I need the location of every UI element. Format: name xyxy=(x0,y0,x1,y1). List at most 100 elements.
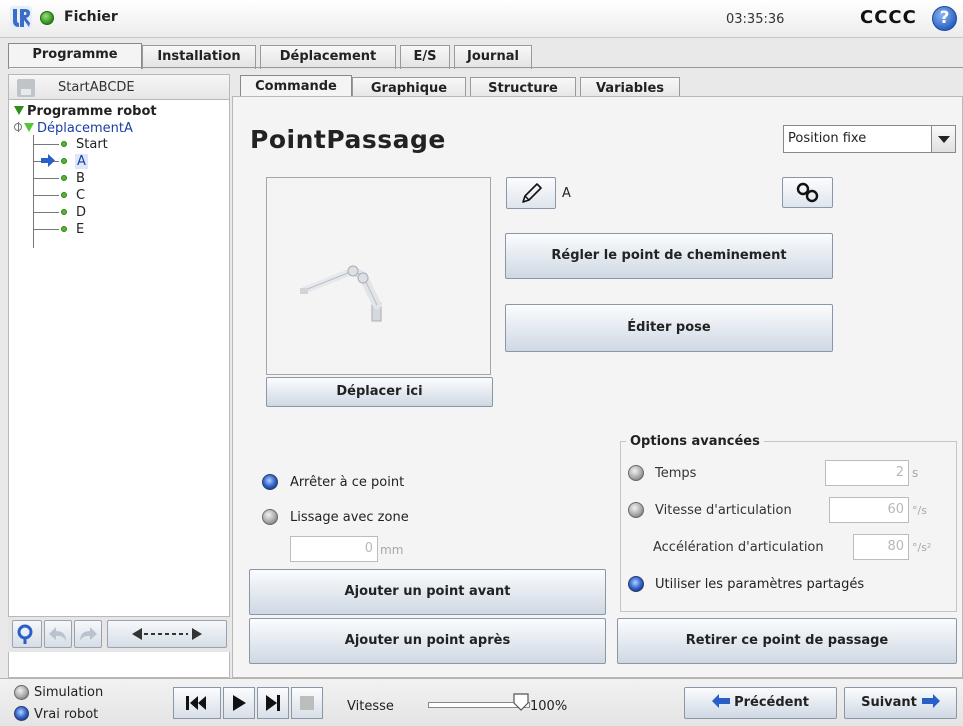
tree-item-waypoint-selected[interactable]: A xyxy=(75,154,88,169)
tree-item-waypoint[interactable]: D xyxy=(76,205,86,220)
tree-connector xyxy=(33,212,59,213)
move-here-button[interactable]: Déplacer ici xyxy=(266,377,493,407)
real-robot-label: Vrai robot xyxy=(34,707,99,722)
waypoint-type-select[interactable]: Position fixe xyxy=(783,125,956,153)
redo-button[interactable] xyxy=(74,620,102,648)
blend-unit: mm xyxy=(380,543,404,557)
waypoint-dot-icon xyxy=(61,141,67,147)
waypoint-dot-icon xyxy=(61,192,67,198)
tree-root[interactable]: Programme robot xyxy=(14,104,157,119)
search-button[interactable] xyxy=(12,620,42,648)
time-radio[interactable] xyxy=(628,465,644,481)
tree-item-waypoint[interactable]: E xyxy=(76,222,84,237)
shared-params-label: Utiliser les paramètres partagés xyxy=(655,577,865,592)
tab-journal[interactable]: Journal xyxy=(454,45,532,69)
file-menu[interactable]: Fichier xyxy=(64,9,118,25)
tree-connector xyxy=(33,195,59,196)
blend-radius-label: Lissage avec zone xyxy=(290,510,409,525)
joint-speed-input[interactable]: 60 xyxy=(829,497,909,523)
tree-node-move[interactable]: DéplacementA xyxy=(14,121,133,136)
page-title: PointPassage xyxy=(250,125,446,154)
simulation-radio[interactable] xyxy=(14,685,29,700)
tree-connector xyxy=(33,178,59,179)
universal-robots-logo xyxy=(10,6,32,30)
tree-connector xyxy=(33,144,59,145)
collapse-panel-button[interactable] xyxy=(107,620,227,648)
tree-item-waypoint[interactable]: Start xyxy=(76,137,108,152)
top-bar xyxy=(0,0,963,38)
skip-to-start-icon xyxy=(186,696,206,710)
rewind-button[interactable] xyxy=(173,687,221,719)
add-before-button[interactable]: Ajouter un point avant xyxy=(249,569,606,615)
tab-programme[interactable]: Programme xyxy=(8,43,142,69)
tree-connector xyxy=(33,135,34,248)
speed-label: Vitesse xyxy=(347,699,394,714)
expand-icon[interactable] xyxy=(24,123,34,132)
stop-button[interactable] xyxy=(291,687,323,719)
robot-name: CCCC xyxy=(860,7,917,28)
joint-speed-radio[interactable] xyxy=(628,502,644,518)
waypoint-dot-icon xyxy=(61,226,67,232)
waypoint-type-value: Position fixe xyxy=(788,131,867,146)
stop-at-point-label: Arrêter à ce point xyxy=(290,475,405,490)
robot-preview xyxy=(266,177,491,375)
chevron-down-icon[interactable] xyxy=(931,126,955,152)
tab-es[interactable]: E/S xyxy=(400,45,450,69)
clock: 03:35:36 xyxy=(726,12,785,27)
set-waypoint-button[interactable]: Régler le point de cheminement xyxy=(505,233,833,279)
tab-deplacement[interactable]: Déplacement xyxy=(260,45,396,69)
previous-button[interactable]: Précédent xyxy=(684,687,837,719)
time-unit: s xyxy=(912,466,919,480)
real-robot-radio[interactable] xyxy=(14,706,29,721)
speed-slider-handle[interactable] xyxy=(513,693,529,711)
joint-speed-unit: °/s xyxy=(912,504,927,517)
undo-icon xyxy=(49,627,66,641)
program-name: StartABCDE xyxy=(58,80,135,95)
tabs-divider xyxy=(8,67,963,68)
redo-icon xyxy=(80,627,97,641)
node-connector-icon xyxy=(14,123,22,131)
next-button[interactable]: Suivant xyxy=(844,687,957,719)
tree-item-waypoint[interactable]: C xyxy=(76,188,85,203)
play-icon xyxy=(233,695,246,711)
waypoint-dot-icon xyxy=(61,175,67,181)
stop-at-point-radio[interactable] xyxy=(262,474,278,490)
step-forward-icon xyxy=(266,695,280,711)
waypoint-name: A xyxy=(562,186,571,201)
step-button[interactable] xyxy=(257,687,289,719)
undo-button[interactable] xyxy=(44,620,72,648)
shared-params-radio[interactable] xyxy=(628,576,644,592)
play-button[interactable] xyxy=(223,687,255,719)
current-step-arrow-icon xyxy=(41,154,55,167)
save-icon[interactable] xyxy=(17,79,35,97)
joint-accel-input[interactable]: 80 xyxy=(853,534,909,560)
chain-link-icon xyxy=(796,182,819,203)
tab-installation[interactable]: Installation xyxy=(142,45,256,69)
advanced-options-title: Options avancées xyxy=(626,434,764,449)
joint-speed-label: Vitesse d'articulation xyxy=(655,503,792,518)
edit-pose-button[interactable]: Éditer pose xyxy=(505,304,833,352)
speed-value: 100% xyxy=(530,699,568,714)
remove-waypoint-button[interactable]: Retirer ce point de passage xyxy=(617,618,957,664)
waypoint-dot-icon xyxy=(61,158,67,164)
blend-radius-input[interactable]: 0 xyxy=(290,536,378,562)
time-input[interactable]: 2 xyxy=(825,460,909,486)
link-button[interactable] xyxy=(782,177,833,208)
arrow-left-icon xyxy=(712,694,731,708)
robot-status-icon xyxy=(40,11,54,25)
double-arrow-icon xyxy=(132,628,202,640)
expand-icon[interactable] xyxy=(14,106,24,115)
simulation-label: Simulation xyxy=(34,685,104,700)
add-after-button[interactable]: Ajouter un point après xyxy=(249,618,606,664)
help-icon[interactable]: ? xyxy=(932,6,957,31)
robot-arm-image xyxy=(300,265,382,322)
time-label: Temps xyxy=(655,466,697,481)
tree-connector xyxy=(33,229,59,230)
edit-name-button[interactable] xyxy=(506,177,556,209)
search-icon xyxy=(17,624,33,644)
blend-radius-radio[interactable] xyxy=(262,509,278,525)
joint-accel-unit: °/s² xyxy=(912,541,932,554)
tree-item-waypoint[interactable]: B xyxy=(76,171,85,186)
waypoint-dot-icon xyxy=(61,209,67,215)
joint-accel-label: Accélération d'articulation xyxy=(653,540,824,555)
